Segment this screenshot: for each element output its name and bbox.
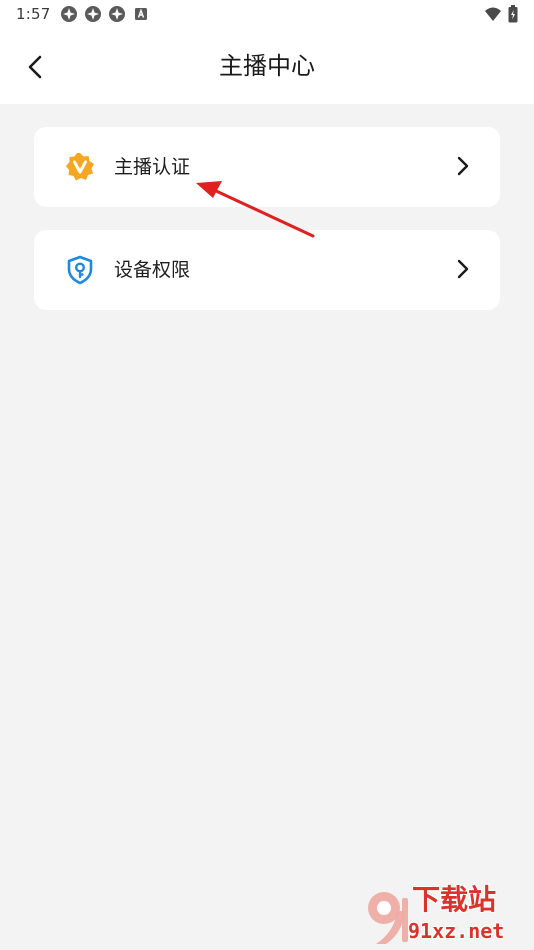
chevron-right-icon <box>457 259 469 279</box>
top-area: 1:57 主播中心 <box>0 0 534 104</box>
watermark-site-name: 下载站 <box>412 883 497 916</box>
status-time: 1:57 <box>16 5 51 23</box>
battery-icon <box>508 5 518 23</box>
menu-item-anchor-verification[interactable]: 主播认证 <box>34 127 500 207</box>
status-icons-left <box>60 5 150 23</box>
shield-key-icon <box>67 255 93 285</box>
menu-item-label: 设备权限 <box>114 259 191 281</box>
status-bar: 1:57 <box>0 0 534 30</box>
notification-icon <box>109 6 125 22</box>
chevron-right-icon <box>457 156 469 176</box>
watermark-logo-icon <box>368 892 408 944</box>
app-header: 主播中心 <box>0 30 534 104</box>
watermark-domain: 91xz.net <box>408 919 505 943</box>
watermark: 下载站 91xz.net <box>364 884 534 950</box>
verified-badge-icon <box>66 153 94 181</box>
menu-item-device-permissions[interactable]: 设备权限 <box>34 230 500 310</box>
menu-item-label: 主播认证 <box>114 156 191 178</box>
wifi-icon <box>485 7 501 21</box>
page-title: 主播中心 <box>219 52 315 80</box>
status-icons-right <box>484 5 518 23</box>
notification-icon <box>85 6 101 22</box>
app-icon <box>135 8 147 20</box>
notification-icon <box>61 6 77 22</box>
